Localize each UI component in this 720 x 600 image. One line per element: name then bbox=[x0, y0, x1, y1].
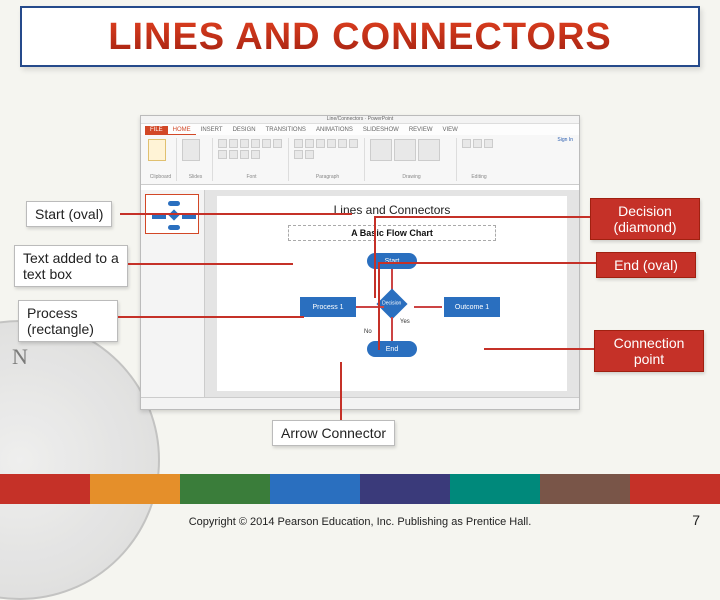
slide-subtitle: A Basic Flow Chart bbox=[288, 225, 497, 241]
slide-area: Lines and Connectors A Basic Flow Chart … bbox=[141, 190, 579, 397]
new-slide-icon[interactable] bbox=[182, 139, 200, 161]
font-icon[interactable] bbox=[240, 150, 249, 159]
group-paragraph: Paragraph bbox=[294, 174, 361, 180]
compass-decoration: N bbox=[0, 320, 160, 600]
lead-line bbox=[118, 316, 304, 318]
callout-start-oval: Start (oval) bbox=[26, 201, 112, 227]
lead-line bbox=[128, 263, 293, 265]
slide: Lines and Connectors A Basic Flow Chart … bbox=[217, 196, 567, 391]
select-icon[interactable] bbox=[484, 139, 493, 148]
ribbon-body: Sign In Clipboard Slides Font Paragraph … bbox=[141, 135, 579, 185]
callout-text-added: Text added to a text box bbox=[14, 245, 128, 287]
flowchart-process-rect: Process 1 bbox=[300, 297, 356, 317]
label-no: No bbox=[364, 329, 372, 335]
para-icon[interactable] bbox=[294, 139, 303, 148]
tab-slideshow[interactable]: SLIDESHOW bbox=[358, 126, 404, 135]
font-icon[interactable] bbox=[251, 150, 260, 159]
tab-home[interactable]: HOME bbox=[168, 126, 196, 135]
para-icon[interactable] bbox=[305, 150, 314, 159]
tab-file[interactable]: FILE bbox=[145, 126, 168, 135]
callout-process: Process (rectangle) bbox=[18, 300, 118, 342]
styles-icon[interactable] bbox=[418, 139, 440, 161]
lead-line bbox=[374, 216, 376, 298]
font-icon[interactable] bbox=[262, 139, 271, 148]
para-icon[interactable] bbox=[327, 139, 336, 148]
tab-review[interactable]: REVIEW bbox=[404, 126, 438, 135]
compass-n-glyph: N bbox=[12, 344, 28, 370]
tab-animations[interactable]: ANIMATIONS bbox=[311, 126, 358, 135]
shapes-icon[interactable] bbox=[370, 139, 392, 161]
lead-line bbox=[380, 262, 596, 264]
thumbnail-pane bbox=[141, 190, 205, 397]
tab-design[interactable]: DESIGN bbox=[228, 126, 261, 135]
slide-title-box: LINES AND CONNECTORS bbox=[20, 6, 700, 67]
find-icon[interactable] bbox=[462, 139, 471, 148]
window-title: Line/Connectors · PowerPoint bbox=[327, 116, 393, 122]
para-icon[interactable] bbox=[294, 150, 303, 159]
font-icon[interactable] bbox=[218, 150, 227, 159]
font-icon[interactable] bbox=[273, 139, 282, 148]
window-titlebar: Line/Connectors · PowerPoint bbox=[141, 116, 579, 124]
font-icon[interactable] bbox=[218, 139, 227, 148]
copyright: Copyright © 2014 Pearson Education, Inc.… bbox=[189, 516, 532, 528]
flowchart-decision-diamond: Decision bbox=[376, 288, 407, 319]
replace-icon[interactable] bbox=[473, 139, 482, 148]
group-editing: Editing bbox=[462, 174, 496, 180]
sign-in-link[interactable]: Sign In bbox=[557, 137, 573, 143]
status-bar bbox=[141, 397, 579, 409]
paste-icon[interactable] bbox=[148, 139, 166, 161]
font-icon[interactable] bbox=[229, 139, 238, 148]
callout-arrow-connector: Arrow Connector bbox=[272, 420, 395, 446]
flowchart-end-oval: End bbox=[367, 341, 417, 357]
lead-line bbox=[120, 213, 352, 215]
flowchart-outcome-rect: Outcome 1 bbox=[444, 297, 500, 317]
tab-view[interactable]: VIEW bbox=[438, 126, 463, 135]
page-title: LINES AND CONNECTORS bbox=[34, 16, 686, 59]
font-icon[interactable] bbox=[229, 150, 238, 159]
lead-line bbox=[378, 262, 380, 350]
para-icon[interactable] bbox=[305, 139, 314, 148]
ribbon-tabs: FILE HOME INSERT DESIGN TRANSITIONS ANIM… bbox=[141, 124, 579, 135]
para-icon[interactable] bbox=[338, 139, 347, 148]
callout-decision: Decision (diamond) bbox=[590, 198, 700, 240]
label-yes: Yes bbox=[400, 319, 410, 325]
lead-line bbox=[340, 362, 342, 420]
color-stripe bbox=[0, 474, 720, 504]
font-icon[interactable] bbox=[251, 139, 260, 148]
page-number: 7 bbox=[692, 512, 700, 528]
tab-insert[interactable]: INSERT bbox=[196, 126, 228, 135]
para-icon[interactable] bbox=[316, 139, 325, 148]
lead-line bbox=[376, 216, 590, 218]
arrange-icon[interactable] bbox=[394, 139, 416, 161]
para-icon[interactable] bbox=[349, 139, 358, 148]
lead-line bbox=[484, 348, 594, 350]
slide-canvas: Lines and Connectors A Basic Flow Chart … bbox=[205, 190, 579, 397]
font-icon[interactable] bbox=[240, 139, 249, 148]
group-slides: Slides bbox=[182, 174, 209, 180]
callout-connection: Connection point bbox=[594, 330, 704, 372]
group-drawing: Drawing bbox=[370, 174, 453, 180]
group-font: Font bbox=[218, 174, 285, 180]
callout-end: End (oval) bbox=[596, 252, 696, 278]
tab-transitions[interactable]: TRANSITIONS bbox=[261, 126, 311, 135]
group-clipboard: Clipboard bbox=[148, 174, 173, 180]
